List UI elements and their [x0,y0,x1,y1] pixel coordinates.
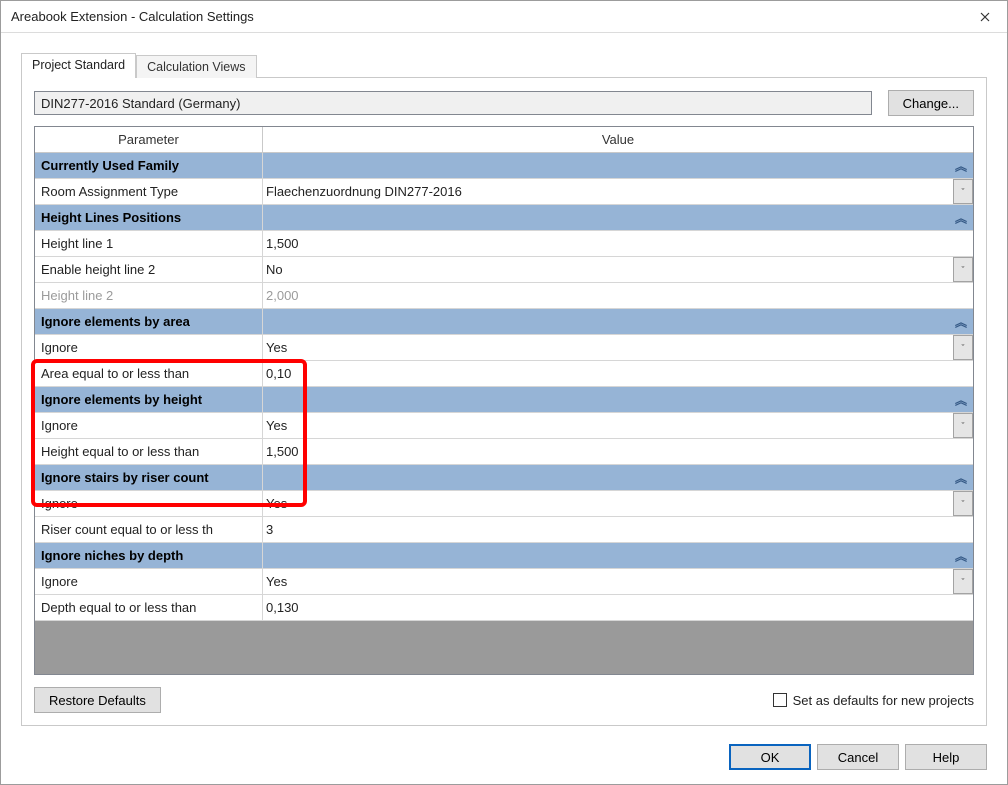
tab-calculation-views[interactable]: Calculation Views [136,55,256,78]
dialog-window: Areabook Extension - Calculation Setting… [0,0,1008,785]
grid-rows: Currently Used Family ︽ Room Assignment … [35,153,973,621]
row-area-lte: Area equal to or less than 0,10 [35,361,973,387]
value-ignore-height[interactable]: Yes ˇ [263,413,973,438]
collapse-icon: ︽ [955,157,967,174]
row-riser-lte: Riser count equal to or less th 3 [35,517,973,543]
checkbox-label: Set as defaults for new projects [793,693,974,708]
restore-defaults-button[interactable]: Restore Defaults [34,687,161,713]
dropdown-icon[interactable]: ˇ [953,335,973,360]
ok-button[interactable]: OK [729,744,811,770]
collapse-icon: ︽ [955,391,967,408]
close-button[interactable] [962,2,1007,32]
tab-project-standard[interactable]: Project Standard [21,53,136,78]
value-height-line-2: 2,000 [263,283,973,308]
standard-select[interactable]: DIN277-2016 Standard (Germany) [34,91,872,115]
value-ignore-stairs[interactable]: Yes ˇ [263,491,973,516]
row-ignore-area: Ignore Yes ˇ [35,335,973,361]
group-currently-used-family[interactable]: Currently Used Family ︽ [35,153,973,179]
row-depth-lte: Depth equal to or less than 0,130 [35,595,973,621]
dropdown-icon[interactable]: ˇ [953,569,973,594]
value-area-lte[interactable]: 0,10 [263,361,973,386]
help-button[interactable]: Help [905,744,987,770]
value-height-lte[interactable]: 1,500 [263,439,973,464]
close-icon [980,12,990,22]
group-height-lines[interactable]: Height Lines Positions ︽ [35,205,973,231]
value-ignore-area[interactable]: Yes ˇ [263,335,973,360]
dropdown-icon[interactable]: ˇ [953,413,973,438]
value-enable-height-line-2[interactable]: No ˇ [263,257,973,282]
set-defaults-checkbox[interactable]: Set as defaults for new projects [773,693,974,708]
dialog-button-row: OK Cancel Help [1,734,1007,784]
change-button[interactable]: Change... [888,90,974,116]
row-height-line-1: Height line 1 1,500 [35,231,973,257]
collapse-icon: ︽ [955,313,967,330]
header-value: Value [263,127,973,152]
collapse-icon: ︽ [955,209,967,226]
group-ignore-niches[interactable]: Ignore niches by depth ︽ [35,543,973,569]
value-ignore-niches[interactable]: Yes ˇ [263,569,973,594]
row-ignore-niches: Ignore Yes ˇ [35,569,973,595]
group-ignore-by-height[interactable]: Ignore elements by height ︽ [35,387,973,413]
group-ignore-stairs[interactable]: Ignore stairs by riser count ︽ [35,465,973,491]
value-height-line-1[interactable]: 1,500 [263,231,973,256]
collapse-icon: ︽ [955,469,967,486]
settings-grid: Parameter Value Currently Used Family ︽ … [34,126,974,675]
value-riser-lte[interactable]: 3 [263,517,973,542]
row-height-lte: Height equal to or less than 1,500 [35,439,973,465]
value-room-assignment[interactable]: Flaechenzuordnung DIN277-2016 ˇ [263,179,973,204]
checkbox-box[interactable] [773,693,787,707]
row-room-assignment: Room Assignment Type Flaechenzuordnung D… [35,179,973,205]
cancel-button[interactable]: Cancel [817,744,899,770]
dropdown-icon[interactable]: ˇ [953,491,973,516]
dialog-content: Project Standard Calculation Views DIN27… [1,33,1007,734]
tabbar: Project Standard Calculation Views [21,53,987,78]
titlebar: Areabook Extension - Calculation Setting… [1,1,1007,33]
row-height-line-2: Height line 2 2,000 [35,283,973,309]
group-ignore-by-area[interactable]: Ignore elements by area ︽ [35,309,973,335]
bottom-row: Restore Defaults Set as defaults for new… [34,687,974,713]
collapse-icon: ︽ [955,547,967,564]
window-title: Areabook Extension - Calculation Setting… [11,9,962,24]
row-ignore-stairs: Ignore Yes ˇ [35,491,973,517]
dropdown-icon[interactable]: ˇ [953,257,973,282]
standard-row: DIN277-2016 Standard (Germany) Change... [34,90,974,116]
row-ignore-height: Ignore Yes ˇ [35,413,973,439]
dropdown-icon[interactable]: ˇ [953,179,973,204]
tab-panel: DIN277-2016 Standard (Germany) Change...… [21,77,987,726]
header-parameter: Parameter [35,127,263,152]
standard-select-value: DIN277-2016 Standard (Germany) [41,96,240,111]
value-depth-lte[interactable]: 0,130 [263,595,973,620]
row-enable-height-line-2: Enable height line 2 No ˇ [35,257,973,283]
grid-header: Parameter Value [35,127,973,153]
